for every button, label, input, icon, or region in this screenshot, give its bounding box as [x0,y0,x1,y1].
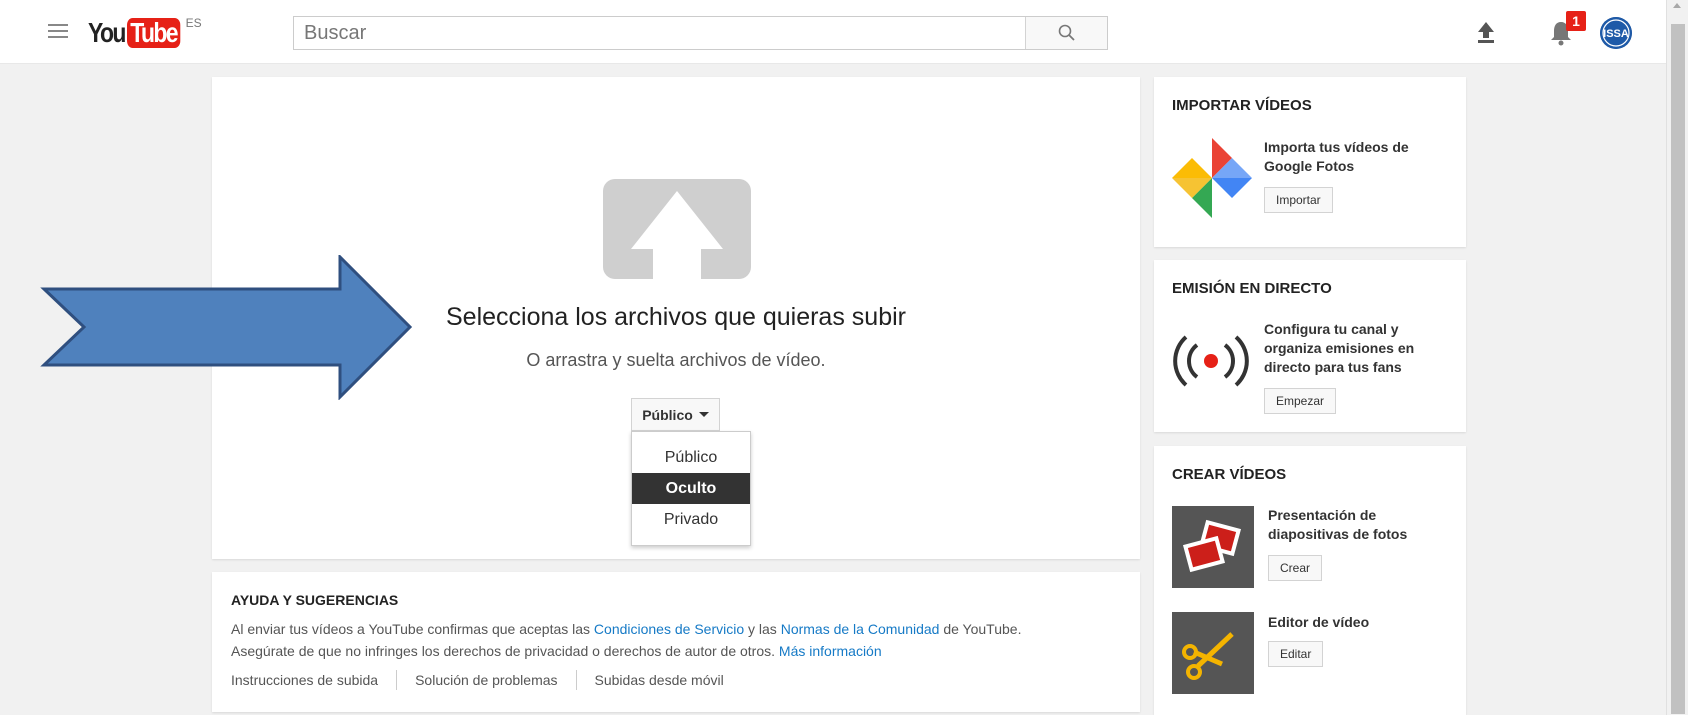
scissors-icon [1172,612,1254,694]
divider [396,670,398,690]
create-slideshow-button[interactable]: Crear [1268,555,1323,581]
menu-icon[interactable] [48,24,68,39]
terms-text-1: Al enviar tus vídeos a YouTube confirmas… [231,621,594,637]
scroll-up-arrow-icon[interactable] [1673,3,1681,8]
search-box [293,16,1108,50]
import-description: Importa tus vídeos de Google Fotos [1264,139,1409,174]
terms-of-service-link[interactable]: Condiciones de Servicio [594,621,744,637]
privacy-option-privado[interactable]: Privado [632,504,750,535]
privacy-option-oculto[interactable]: Oculto [632,473,750,504]
start-live-button[interactable]: Empezar [1264,388,1337,414]
search-button[interactable] [1025,17,1107,49]
scroll-thumb[interactable] [1671,24,1685,714]
logo-tube-text: Tube [126,18,180,48]
terms-text-2: y las [744,621,781,637]
live-streaming-card: EMISIÓN EN DIRECTO Configura tu canal y … [1154,260,1466,432]
create-title: CREAR VÍDEOS [1172,466,1287,483]
vertical-scrollbar[interactable] [1666,0,1688,715]
avatar[interactable]: ISSA [1600,17,1632,49]
live-title: EMISIÓN EN DIRECTO [1172,280,1332,297]
upload-icon[interactable] [1476,20,1496,44]
help-links: Instrucciones de subida Solución de prob… [231,670,1121,690]
live-broadcast-icon [1173,335,1249,387]
live-description: Configura tu canal y organiza emisiones … [1264,321,1415,375]
community-guidelines-link[interactable]: Normas de la Comunidad [781,621,940,637]
create-videos-card: CREAR VÍDEOS Presentación de diapositiva… [1154,446,1466,715]
avatar-logo-icon: ISSA [1600,17,1632,49]
privacy-dropdown-button[interactable]: Público [631,398,720,431]
youtube-logo[interactable]: You Tube ES [88,16,202,50]
import-title: IMPORTAR VÍDEOS [1172,97,1312,114]
help-title: AYUDA Y SUGERENCIAS [231,592,399,608]
mobile-uploads-link[interactable]: Subidas desde móvil [595,672,724,688]
terms-text-3: de YouTube. [939,621,1022,637]
divider [575,670,577,690]
masthead: You Tube ES 1 ISSA [0,0,1666,64]
search-input[interactable] [294,17,1025,49]
photo-slideshow-icon [1172,506,1254,588]
locale-label: ES [185,16,202,30]
upload-arrow-icon[interactable] [603,179,751,279]
privacy-selected-label: Público [642,406,693,423]
import-videos-card: IMPORTAR VÍDEOS Importa tus vídeos de Go… [1154,77,1466,247]
help-panel: AYUDA Y SUGERENCIAS Al enviar tus vídeos… [212,572,1140,712]
avatar-text: ISSA [1603,28,1629,40]
google-photos-icon [1172,138,1252,218]
logo-you-text: You [88,17,126,48]
caret-down-icon [698,412,709,417]
slideshow-description: Presentación de diapositivas de fotos [1268,507,1408,542]
privacy-text: Asegúrate de que no infringes los derech… [231,643,779,659]
help-terms-text: Al enviar tus vídeos a YouTube confirmas… [231,618,1121,662]
privacy-menu: Público Oculto Privado [631,431,751,546]
pointer-arrow-icon [40,255,413,400]
privacy-option-publico[interactable]: Público [632,442,750,473]
troubleshooting-link[interactable]: Solución de problemas [415,672,557,688]
edit-video-button[interactable]: Editar [1268,641,1324,667]
search-icon [1058,24,1075,41]
more-info-link[interactable]: Más información [779,643,882,659]
notification-count-badge: 1 [1566,11,1586,31]
upload-instructions-link[interactable]: Instrucciones de subida [231,672,378,688]
video-editor-description: Editor de vídeo [1268,614,1370,630]
import-button[interactable]: Importar [1264,187,1333,213]
